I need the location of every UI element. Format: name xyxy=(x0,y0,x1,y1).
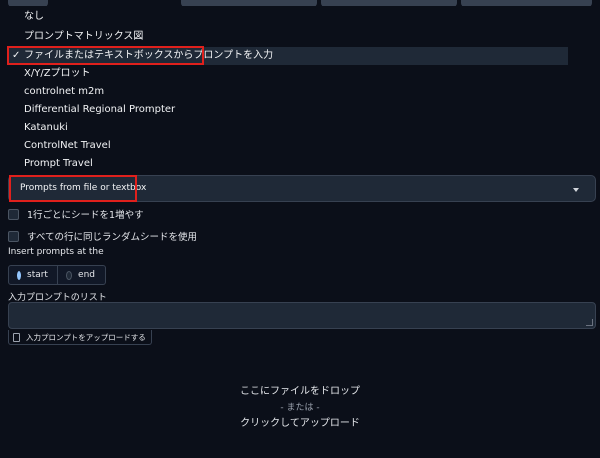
menu-item-label: X/Y/Zプロット xyxy=(24,68,91,79)
menu-item-prompt-travel[interactable]: Prompt Travel xyxy=(8,155,568,173)
menu-item-differential-regional-prompter[interactable]: Differential Regional Prompter xyxy=(8,101,568,119)
script-dropdown-menu: なし プロンプトマトリックス図 ✓ ファイルまたはテキストボックスからプロンプト… xyxy=(0,6,600,174)
radio-unselected-icon[interactable] xyxy=(66,270,73,280)
drop-zone-click-text: クリックしてアップロード xyxy=(240,418,360,429)
highlight-box-dropdown-value xyxy=(9,175,137,202)
drop-zone-text: ここにファイルをドロップ xyxy=(240,386,360,397)
insert-position-label: Insert prompts at the xyxy=(8,247,104,257)
iterate-seed-checkbox-row[interactable]: 1行ごとにシードを1増やす xyxy=(8,206,144,222)
same-random-seed-checkbox-row[interactable]: すべての行に同じランダムシードを使用 xyxy=(8,228,197,244)
file-drop-zone[interactable]: ここにファイルをドロップ - または - クリックしてアップロード xyxy=(0,384,600,432)
menu-item-label: プロンプトマトリックス図 xyxy=(24,31,144,42)
menu-item-label: controlnet m2m xyxy=(24,86,105,97)
iterate-seed-checkbox[interactable] xyxy=(8,208,19,220)
radio-end[interactable]: end xyxy=(58,265,106,285)
radio-start[interactable]: start xyxy=(8,265,58,285)
upload-prompts-button[interactable]: 入力プロンプトをアップロードする xyxy=(8,330,152,345)
same-random-seed-label: すべての行に同じランダムシードを使用 xyxy=(27,232,197,243)
insert-position-radio-group: start end xyxy=(8,265,106,285)
menu-item-label: Prompt Travel xyxy=(24,158,93,169)
drop-zone-or: - または - xyxy=(280,403,320,413)
upload-prompts-label: 入力プロンプトをアップロードする xyxy=(26,332,146,342)
menu-item-katanuki[interactable]: Katanuki xyxy=(8,119,568,137)
prompt-list-textarea[interactable] xyxy=(8,302,596,329)
menu-item-controlnet-travel[interactable]: ControlNet Travel xyxy=(8,137,568,155)
resize-handle-icon[interactable] xyxy=(586,319,593,326)
file-icon xyxy=(13,332,20,342)
menu-item-label: Katanuki xyxy=(24,122,68,133)
radio-start-label: start xyxy=(27,270,48,280)
menu-item-prompt-matrix[interactable]: プロンプトマトリックス図 xyxy=(8,28,568,46)
highlight-box-selected-item xyxy=(7,46,204,65)
menu-item-controlnet-m2m[interactable]: controlnet m2m xyxy=(8,83,568,101)
menu-item-label: Differential Regional Prompter xyxy=(24,104,176,115)
iterate-seed-label: 1行ごとにシードを1増やす xyxy=(27,210,144,221)
chevron-down-icon[interactable] xyxy=(573,188,579,192)
menu-item-label: なし xyxy=(24,11,44,22)
menu-item-xyz-plot[interactable]: X/Y/Zプロット xyxy=(8,65,568,83)
radio-selected-icon[interactable] xyxy=(17,270,21,280)
menu-item-none[interactable]: なし xyxy=(8,8,568,26)
radio-end-label: end xyxy=(78,270,95,280)
same-random-seed-checkbox[interactable] xyxy=(8,230,19,242)
menu-item-label: ControlNet Travel xyxy=(24,140,111,151)
